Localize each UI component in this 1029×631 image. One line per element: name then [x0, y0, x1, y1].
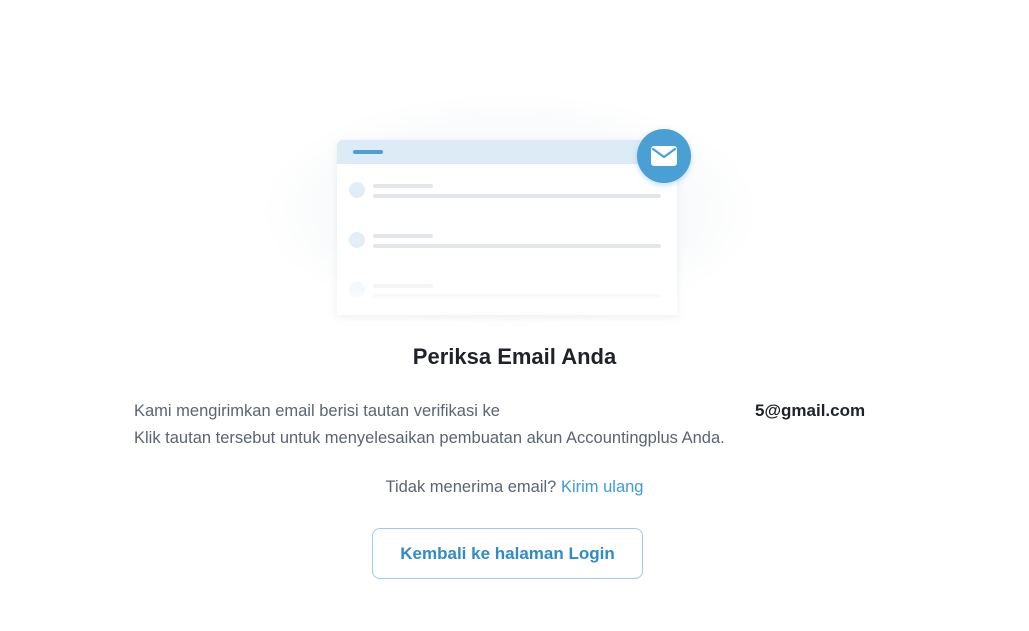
recipient-email: 5@gmail.com: [755, 401, 866, 420]
mailbox-illustration-header: [337, 140, 677, 164]
mailbox-row-avatar: [349, 232, 365, 248]
resend-prompt: Tidak menerima email?: [385, 478, 557, 496]
mailbox-row-avatar: [349, 182, 365, 198]
page-title: Periksa Email Anda: [412, 344, 617, 369]
mailbox-fade: [337, 255, 677, 315]
mailbox-illustration: [337, 140, 677, 315]
resend-row: Tidak menerima email? Kirim ulang: [0, 478, 1029, 497]
envelope-icon-glyph: [651, 146, 677, 166]
verification-message-line2: Klik tautan tersebut untuk menyelesaikan…: [134, 429, 725, 447]
back-to-login-button[interactable]: Kembali ke halaman Login: [372, 528, 643, 579]
mailbox-row-line: [373, 184, 433, 188]
mailbox-illustration-row: [349, 232, 661, 252]
verification-message-line1: Kami mengirimkan email berisi tautan ver…: [134, 402, 500, 420]
mailbox-row-line: [373, 244, 661, 248]
mailbox-header-bar: [353, 150, 383, 154]
mailbox-row-line: [373, 234, 433, 238]
mailbox-illustration-row: [349, 182, 661, 202]
mailbox-row-line: [373, 194, 661, 198]
resend-link[interactable]: Kirim ulang: [561, 478, 644, 496]
envelope-icon: [637, 129, 691, 183]
